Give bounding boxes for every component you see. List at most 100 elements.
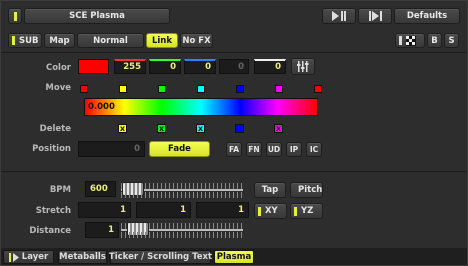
mode-ip-label: IP: [289, 145, 299, 154]
link-label: Link: [151, 35, 173, 46]
tab-layer-label: Layer: [21, 252, 49, 262]
blend-mode-select[interactable]: Normal: [77, 33, 144, 48]
tab-bar: Layer Metaballs Ticker / Scrolling Text …: [1, 248, 467, 265]
checkerboard-icon: [406, 35, 416, 46]
move-swatch[interactable]: [314, 85, 322, 93]
blend-mode-value: Normal: [93, 35, 128, 46]
sub-toggle[interactable]: SUB: [8, 33, 42, 48]
record-step-button[interactable]: [358, 8, 392, 24]
sliders-icon: [297, 61, 309, 72]
effect-title: SCE Plasma: [69, 11, 125, 21]
tab-layer[interactable]: Layer: [3, 250, 54, 264]
tab-plasma[interactable]: Plasma: [214, 250, 254, 264]
section-divider: [1, 171, 467, 172]
defaults-button[interactable]: Defaults: [394, 8, 460, 24]
step-forward-icon: [369, 11, 382, 21]
mode-ud-label: UD: [267, 145, 281, 154]
tab-metaballs[interactable]: Metaballs: [58, 250, 107, 264]
tab-metaballs-label: Metaballs: [59, 252, 106, 262]
tap-button[interactable]: Tap: [254, 182, 286, 198]
stretch-label: Stretch: [35, 206, 71, 216]
sub-toggle-indicator: [12, 36, 15, 45]
delete-box[interactable]: x: [196, 124, 205, 133]
pitch-label: Pitch: [298, 185, 323, 195]
b-button[interactable]: B: [427, 33, 442, 48]
mode-fn-label: FN: [248, 145, 260, 154]
play-step-button[interactable]: [322, 8, 356, 24]
move-swatch[interactable]: [119, 85, 127, 93]
bpm-slider-ticks-bottom: [121, 192, 243, 198]
checker-toggle[interactable]: [395, 33, 425, 48]
delete-box[interactable]: x: [274, 124, 283, 133]
move-swatch[interactable]: [236, 85, 244, 93]
position-field[interactable]: 0: [78, 141, 145, 157]
tab-ticker[interactable]: Ticker / Scrolling Text: [108, 250, 213, 264]
mode-fn-button[interactable]: FN: [246, 142, 262, 157]
power-toggle[interactable]: [8, 8, 22, 24]
yz-toggle[interactable]: YZ: [290, 203, 323, 219]
move-swatch[interactable]: [275, 85, 283, 93]
checker-toggle-indicator: [399, 36, 402, 45]
color-value-5[interactable]: 0: [254, 59, 286, 74]
delete-box[interactable]: x: [118, 124, 127, 133]
distance-label: Distance: [29, 226, 71, 236]
move-swatch[interactable]: [197, 85, 205, 93]
b-label: B: [431, 35, 438, 46]
pitch-toggle[interactable]: Pitch: [290, 182, 323, 198]
tab-ticker-label: Ticker / Scrolling Text: [108, 252, 213, 262]
mode-fa-label: FA: [228, 145, 240, 154]
bpm-label: BPM: [49, 185, 71, 195]
color-value-4[interactable]: 0: [219, 59, 249, 74]
xy-toggle-indicator: [258, 206, 261, 216]
mode-ud-button[interactable]: UD: [266, 142, 282, 157]
fade-label: Fade: [168, 144, 191, 154]
mode-ic-label: IC: [309, 145, 319, 154]
map-label: Map: [49, 35, 70, 46]
position-label: Position: [32, 144, 71, 154]
fade-button[interactable]: Fade: [149, 141, 210, 157]
xy-toggle[interactable]: XY: [254, 203, 287, 219]
move-label: Move: [45, 83, 71, 93]
nofx-label: No FX: [182, 35, 211, 46]
mode-ic-button[interactable]: IC: [306, 142, 322, 157]
yz-toggle-indicator: [294, 206, 297, 216]
sub-label: SUB: [19, 35, 39, 46]
xy-label: XY: [265, 206, 278, 216]
stretch-z-field[interactable]: 1: [196, 202, 249, 218]
color-value-2[interactable]: 0: [149, 59, 181, 74]
color-swatch[interactable]: [78, 59, 109, 74]
yz-label: YZ: [301, 206, 314, 216]
delete-label: Delete: [39, 124, 71, 134]
defaults-label: Defaults: [406, 11, 448, 21]
mode-ip-button[interactable]: IP: [286, 142, 302, 157]
effect-title-button[interactable]: SCE Plasma: [24, 8, 170, 24]
gradient-value: 0.000: [88, 102, 115, 112]
tab-plasma-label: Plasma: [216, 252, 252, 262]
effect-panel: SCE Plasma Defaults SUB Map Normal Link …: [0, 0, 468, 266]
color-value-1[interactable]: 255: [114, 59, 146, 74]
distance-slider-ticks-bottom: [121, 232, 243, 238]
layer-icon: [8, 252, 19, 262]
gradient-bar[interactable]: 0.000: [84, 98, 318, 116]
s-button[interactable]: S: [444, 33, 459, 48]
tap-label: Tap: [261, 185, 279, 195]
bpm-field[interactable]: 600: [85, 181, 116, 197]
toolbar-divider: [1, 52, 467, 53]
move-swatch[interactable]: [158, 85, 166, 93]
move-swatch[interactable]: [80, 85, 88, 93]
delete-box[interactable]: x: [157, 124, 166, 133]
play-step-icon: [332, 11, 346, 21]
nofx-toggle[interactable]: No FX: [180, 33, 213, 48]
mode-fa-button[interactable]: FA: [226, 142, 242, 157]
color-value-3[interactable]: 0: [184, 59, 216, 74]
delete-box[interactable]: [235, 124, 244, 133]
stretch-y-field[interactable]: 1: [136, 202, 191, 218]
color-mixer-button[interactable]: [291, 58, 315, 75]
power-toggle-indicator: [13, 11, 17, 21]
map-button[interactable]: Map: [44, 33, 75, 48]
stretch-x-field[interactable]: 1: [78, 202, 131, 218]
link-toggle[interactable]: Link: [146, 33, 178, 48]
distance-field[interactable]: 1: [85, 222, 119, 238]
s-label: S: [448, 35, 455, 46]
color-label: Color: [45, 63, 71, 73]
